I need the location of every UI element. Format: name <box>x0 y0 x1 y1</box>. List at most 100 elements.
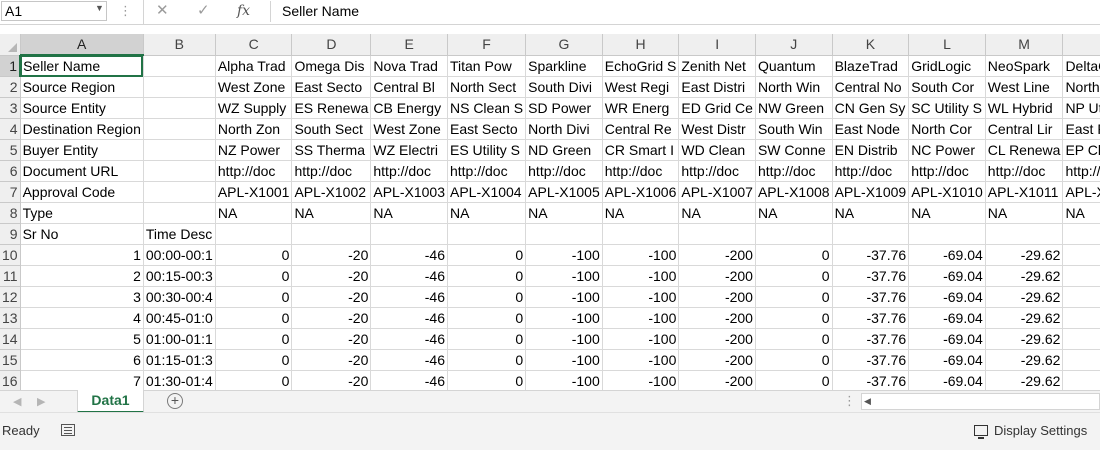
enter-icon[interactable]: ✓ <box>197 2 210 20</box>
cell-g11[interactable]: -100 <box>525 265 603 287</box>
cell-n15[interactable]: -100 <box>1062 349 1100 371</box>
cell-n7[interactable]: APL-X1012 <box>1062 181 1100 203</box>
cell-a15[interactable]: 6 <box>20 349 144 371</box>
cell-m12[interactable]: -29.62 <box>985 286 1064 308</box>
column-header-i[interactable]: I <box>678 34 756 56</box>
cell-l13[interactable]: -69.04 <box>908 307 986 329</box>
cell-f12[interactable]: 0 <box>447 286 527 308</box>
cell-j4[interactable]: South Win <box>755 118 833 140</box>
cell-a16[interactable]: 7 <box>20 370 144 390</box>
cell-g14[interactable]: -100 <box>525 328 603 350</box>
cell-i5[interactable]: WD Clean <box>678 139 756 161</box>
cell-h8[interactable]: NA <box>602 202 680 224</box>
cell-a14[interactable]: 5 <box>20 328 144 350</box>
cell-a11[interactable]: 2 <box>20 265 144 287</box>
cell-j2[interactable]: North Win <box>755 76 833 98</box>
cell-g1[interactable]: Sparkline <box>525 55 603 77</box>
cell-e6[interactable]: http://doc <box>370 160 448 182</box>
cell-c13[interactable]: 0 <box>215 307 293 329</box>
cell-d12[interactable]: -20 <box>291 286 372 308</box>
cell-d10[interactable]: -20 <box>291 244 372 266</box>
column-header-f[interactable]: F <box>447 34 527 56</box>
cell-m15[interactable]: -29.62 <box>985 349 1064 371</box>
cell-g7[interactable]: APL-X1005 <box>525 181 603 203</box>
cell-c2[interactable]: West Zone <box>215 76 293 98</box>
cell-h7[interactable]: APL-X1006 <box>602 181 680 203</box>
cell-c15[interactable]: 0 <box>215 349 293 371</box>
cell-e4[interactable]: West Zone <box>370 118 448 140</box>
cell-c1[interactable]: Alpha Trad <box>215 55 293 77</box>
cell-h16[interactable]: -100 <box>602 370 680 390</box>
cell-a6[interactable]: Document URL <box>20 160 144 182</box>
cell-f5[interactable]: ES Utility S <box>447 139 527 161</box>
cell-f2[interactable]: North Sect <box>447 76 527 98</box>
cell-a13[interactable]: 4 <box>20 307 144 329</box>
row-header[interactable]: 2 <box>0 76 21 98</box>
row-header[interactable]: 15 <box>0 349 21 371</box>
cell-g12[interactable]: -100 <box>525 286 603 308</box>
cell-b6[interactable] <box>143 160 216 182</box>
cell-i9[interactable] <box>678 223 756 245</box>
cell-g9[interactable] <box>525 223 603 245</box>
cell-h6[interactable]: http://doc <box>602 160 680 182</box>
scroll-tabs-right-icon[interactable]: ▶ <box>37 393 45 411</box>
cell-f4[interactable]: East Secto <box>447 118 527 140</box>
cell-n4[interactable]: East Province <box>1062 118 1100 140</box>
column-header-e[interactable]: E <box>370 34 448 56</box>
column-header-j[interactable]: J <box>755 34 833 56</box>
cell-i8[interactable]: NA <box>678 202 756 224</box>
cell-d14[interactable]: -20 <box>291 328 372 350</box>
cell-e5[interactable]: WZ Electri <box>370 139 448 161</box>
cell-k1[interactable]: BlazeTrad <box>832 55 910 77</box>
cell-m13[interactable]: -29.62 <box>985 307 1064 329</box>
cell-g5[interactable]: ND Green <box>525 139 603 161</box>
cell-c8[interactable]: NA <box>215 202 293 224</box>
cell-j1[interactable]: Quantum <box>755 55 833 77</box>
cell-e3[interactable]: CB Energy <box>370 97 448 119</box>
cell-j11[interactable]: 0 <box>755 265 833 287</box>
cell-k3[interactable]: CN Gen Sy <box>832 97 910 119</box>
cell-j8[interactable]: NA <box>755 202 833 224</box>
cell-k5[interactable]: EN Distrib <box>832 139 910 161</box>
cell-i1[interactable]: Zenith Net <box>678 55 756 77</box>
cell-c16[interactable]: 0 <box>215 370 293 390</box>
cell-k13[interactable]: -37.76 <box>832 307 910 329</box>
select-all-corner[interactable] <box>0 34 21 56</box>
insert-function-icon[interactable]: fx <box>237 2 250 20</box>
scroll-left-icon[interactable]: ◀ <box>864 394 871 409</box>
cell-d2[interactable]: East Secto <box>291 76 372 98</box>
cell-n14[interactable]: -100 <box>1062 328 1100 350</box>
row-header[interactable]: 4 <box>0 118 21 140</box>
row-header[interactable]: 8 <box>0 202 21 224</box>
cell-h5[interactable]: CR Smart I <box>602 139 680 161</box>
cell-m16[interactable]: -29.62 <box>985 370 1064 390</box>
cell-d3[interactable]: ES Renewa <box>291 97 372 119</box>
cell-g15[interactable]: -100 <box>525 349 603 371</box>
cell-a1[interactable]: Seller Name <box>20 55 144 77</box>
cell-c12[interactable]: 0 <box>215 286 293 308</box>
cell-m6[interactable]: http://doc <box>985 160 1064 182</box>
cell-l6[interactable]: http://doc <box>908 160 986 182</box>
cell-a12[interactable]: 3 <box>20 286 144 308</box>
cell-b13[interactable]: 00:45-01:0 <box>143 307 216 329</box>
cell-m8[interactable]: NA <box>985 202 1064 224</box>
cell-l12[interactable]: -69.04 <box>908 286 986 308</box>
cell-m1[interactable]: NeoSpark <box>985 55 1064 77</box>
cell-d5[interactable]: SS Therma <box>291 139 372 161</box>
cell-l3[interactable]: SC Utility S <box>908 97 986 119</box>
cell-b9[interactable]: Time Desc <box>143 223 216 245</box>
cell-i2[interactable]: East Distri <box>678 76 756 98</box>
cell-e9[interactable] <box>370 223 448 245</box>
cell-e12[interactable]: -46 <box>370 286 448 308</box>
cell-m5[interactable]: CL Renewa <box>985 139 1064 161</box>
cell-k12[interactable]: -37.76 <box>832 286 910 308</box>
cell-m9[interactable] <box>985 223 1064 245</box>
row-header[interactable]: 1 <box>0 55 22 77</box>
cell-f16[interactable]: 0 <box>447 370 527 390</box>
cell-h10[interactable]: -100 <box>602 244 680 266</box>
column-header-n[interactable]: N <box>1062 34 1100 56</box>
cell-l9[interactable] <box>908 223 986 245</box>
cell-f3[interactable]: NS Clean S <box>447 97 527 119</box>
cell-m11[interactable]: -29.62 <box>985 265 1064 287</box>
cell-e15[interactable]: -46 <box>370 349 448 371</box>
